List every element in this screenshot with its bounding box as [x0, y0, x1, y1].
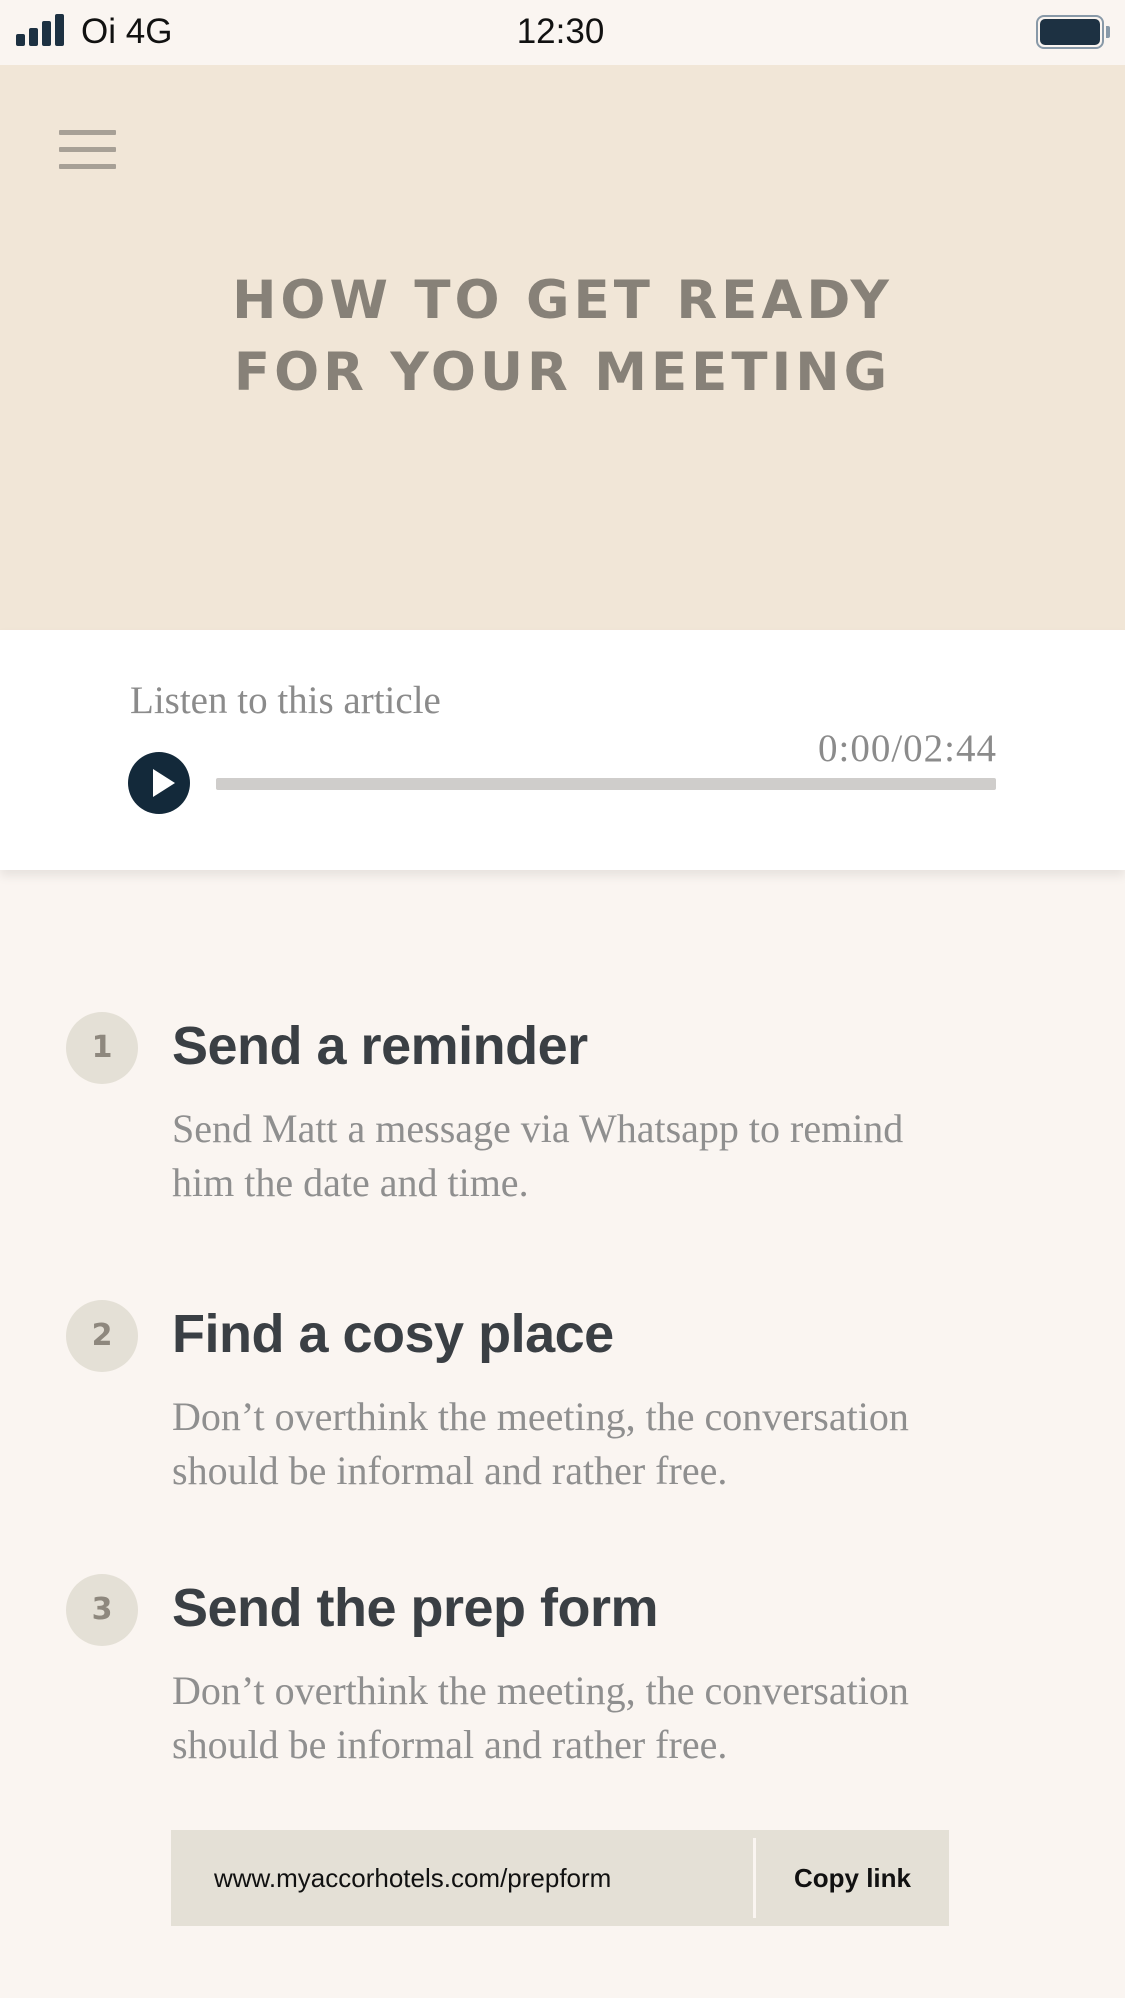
step-description-line: should be informal and rather free.: [172, 1722, 728, 1767]
article-title-line-1: HOW TO GET READY: [232, 270, 893, 331]
step-number-badge: 3: [66, 1574, 138, 1646]
audio-label: Listen to this article: [130, 679, 441, 722]
status-time-text: 12:30: [516, 12, 605, 51]
screen: Oi 4G 12:30 HOW TO GET READY FOR YOUR ME…: [0, 0, 1125, 1998]
status-bar: Oi 4G 12:30: [0, 0, 1125, 65]
prep-form-url[interactable]: www.myaccorhotels.com/prepform: [214, 1830, 611, 1926]
step-number-badge: 2: [66, 1300, 138, 1372]
audio-player: Listen to this article 0:00/02:44: [0, 630, 1125, 870]
article-title: HOW TO GET READY FOR YOUR MEETING: [0, 265, 1125, 409]
step-description: Send Matt a message via Whatsapp to remi…: [172, 1102, 1032, 1210]
step-description: Don’t overthink the meeting, the convers…: [172, 1390, 1032, 1498]
step-description-line: him the date and time.: [172, 1160, 529, 1205]
audio-time: 0:00/02:44: [817, 727, 997, 770]
status-time: 12:30: [0, 12, 1125, 52]
article-title-line-2: FOR YOUR MEETING: [233, 342, 892, 403]
step-description-line: Don’t overthink the meeting, the convers…: [172, 1394, 909, 1439]
hamburger-menu-icon[interactable]: [59, 130, 116, 170]
step-description-line: Don’t overthink the meeting, the convers…: [172, 1668, 909, 1713]
audio-progress-bar[interactable]: [216, 778, 996, 790]
step-title: Send a reminder: [172, 1016, 588, 1076]
battery-level: [1040, 19, 1100, 45]
step-description-line: should be informal and rather free.: [172, 1448, 728, 1493]
step-description-line: Send Matt a message via Whatsapp to remi…: [172, 1106, 904, 1151]
battery-icon: [1036, 15, 1104, 49]
step-number-badge: 1: [66, 1012, 138, 1084]
play-icon: [153, 769, 175, 797]
prep-form-link-box: www.myaccorhotels.com/prepform Copy link: [171, 1830, 949, 1926]
step-description: Don’t overthink the meeting, the convers…: [172, 1664, 1032, 1772]
article-header: HOW TO GET READY FOR YOUR MEETING: [0, 65, 1125, 630]
play-button[interactable]: [128, 752, 190, 814]
battery-terminal: [1106, 26, 1110, 38]
copy-link-button[interactable]: Copy link: [756, 1830, 949, 1926]
step-title: Find a cosy place: [172, 1304, 614, 1364]
step-title: Send the prep form: [172, 1578, 659, 1638]
